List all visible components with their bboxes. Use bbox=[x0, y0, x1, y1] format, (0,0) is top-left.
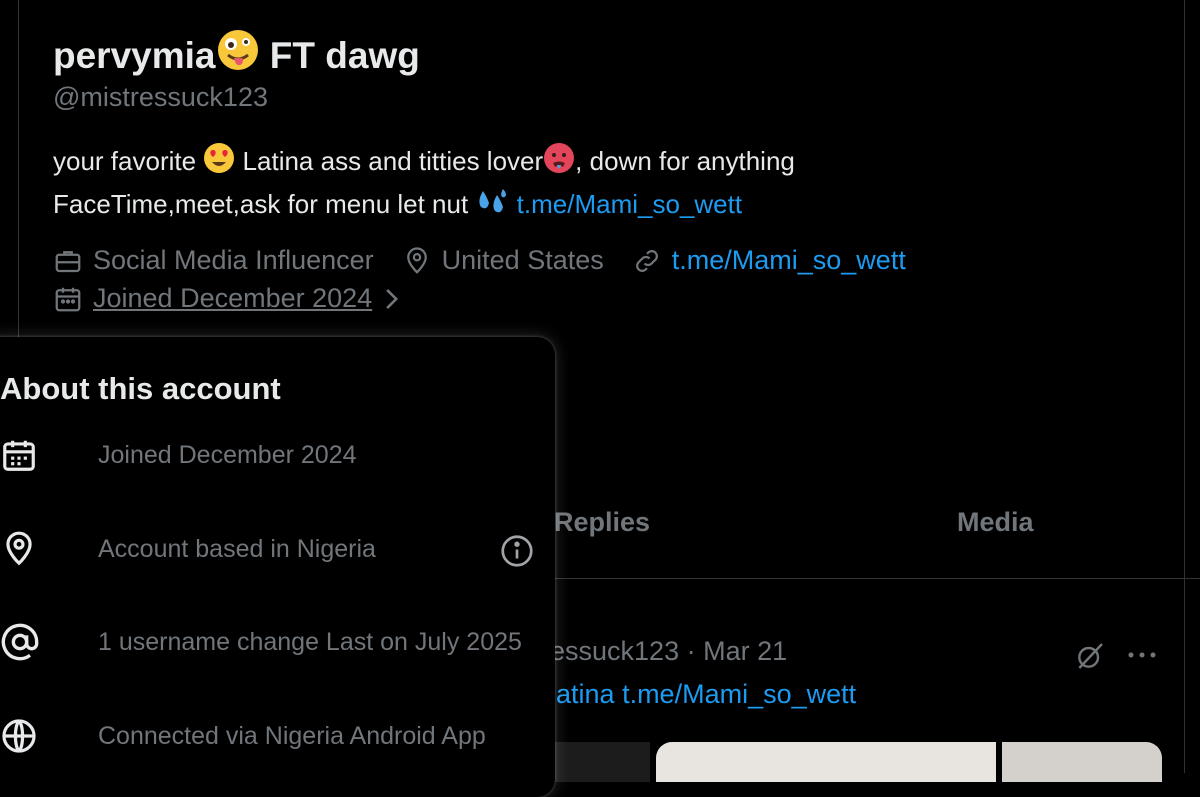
briefcase-icon bbox=[55, 250, 81, 272]
at-sign-icon bbox=[0, 622, 46, 662]
post-header: essuck123 · Mar 21 bbox=[550, 636, 787, 667]
display-name-suffix: FT dawg bbox=[269, 35, 420, 76]
link-icon bbox=[635, 249, 658, 272]
zany-face-emoji bbox=[216, 28, 260, 81]
profile-location: United States bbox=[402, 245, 604, 276]
profile-handle: @mistressuck123 bbox=[53, 82, 268, 112]
profile-location-text: United States bbox=[441, 245, 604, 275]
post-link[interactable]: t.me/Mami_so_wett bbox=[622, 679, 856, 709]
calendar-icon bbox=[55, 287, 81, 311]
about-row-joined: Joined December 2024 bbox=[0, 433, 545, 477]
post-separator: · bbox=[686, 636, 696, 666]
profile-category: Social Media Influencer bbox=[53, 245, 374, 276]
about-row-connected-via: Connected via Nigeria Android App bbox=[0, 714, 545, 758]
location-pin-icon bbox=[0, 530, 46, 568]
bio-text: FaceTime,meet,ask for menu let nut bbox=[53, 189, 469, 219]
profile-joined-row[interactable]: Joined December 2024 bbox=[53, 283, 410, 314]
profile-joined-text[interactable]: Joined December 2024 bbox=[93, 283, 372, 314]
more-icon[interactable] bbox=[1126, 648, 1158, 662]
post-handle[interactable]: essuck123 bbox=[550, 636, 679, 666]
profile-category-text: Social Media Influencer bbox=[93, 245, 374, 275]
chevron-right-icon[interactable] bbox=[382, 286, 400, 312]
about-row-text: Connected via Nigeria Android App bbox=[98, 721, 486, 750]
about-row-based-in: Account based in Nigeria bbox=[0, 527, 545, 571]
post-text: latina t.me/Mami_so_wett bbox=[550, 679, 856, 710]
about-row-text: 1 username change Last on July 2025 bbox=[98, 627, 522, 656]
globe-icon bbox=[0, 717, 46, 755]
location-pin-icon bbox=[406, 246, 427, 274]
bio-text: , down for anything bbox=[575, 146, 795, 176]
profile-website[interactable]: t.me/Mami_so_wett bbox=[632, 245, 906, 276]
sweat-droplets-emoji bbox=[475, 187, 509, 228]
post-media-image[interactable] bbox=[1002, 742, 1162, 782]
hot-face-emoji bbox=[543, 142, 575, 185]
tab-replies[interactable]: Replies bbox=[554, 507, 650, 538]
post-media-grid[interactable] bbox=[540, 742, 1162, 782]
profile-bio: your favorite Latina ass and titties lov… bbox=[53, 142, 795, 228]
tab-media[interactable]: Media bbox=[957, 507, 1034, 538]
timeline-right-border bbox=[1184, 0, 1185, 773]
tabs-divider bbox=[540, 578, 1200, 579]
post-date[interactable]: Mar 21 bbox=[703, 636, 787, 666]
display-name-text: pervymia bbox=[53, 35, 216, 76]
grok-icon[interactable] bbox=[1074, 640, 1106, 672]
about-row-text: Account based in Nigeria bbox=[98, 534, 376, 563]
heart-eyes-emoji bbox=[203, 142, 235, 185]
popover-title: About this account bbox=[0, 371, 281, 406]
bio-line-1: your favorite Latina ass and titties lov… bbox=[53, 142, 795, 185]
about-account-popover: About this account Joined December 2024 … bbox=[0, 337, 555, 797]
profile-display-name: pervymia FT dawg bbox=[53, 28, 420, 81]
info-icon[interactable] bbox=[499, 533, 535, 569]
bio-line-2: FaceTime,meet,ask for menu let nut t.me/… bbox=[53, 185, 795, 228]
calendar-icon bbox=[0, 436, 46, 474]
post-text-prefix[interactable]: latina bbox=[550, 679, 615, 709]
post-media-image[interactable] bbox=[540, 742, 650, 782]
about-row-username-changes: 1 username change Last on July 2025 bbox=[0, 620, 545, 664]
profile-meta-row: Social Media Influencer United States t.… bbox=[53, 245, 934, 276]
about-row-text: Joined December 2024 bbox=[98, 440, 357, 469]
bio-text: your favorite bbox=[53, 146, 197, 176]
bio-link[interactable]: t.me/Mami_so_wett bbox=[517, 189, 742, 219]
bio-text: Latina ass and titties lover bbox=[242, 146, 544, 176]
profile-website-link[interactable]: t.me/Mami_so_wett bbox=[672, 245, 906, 276]
post-media-image[interactable] bbox=[656, 742, 996, 782]
